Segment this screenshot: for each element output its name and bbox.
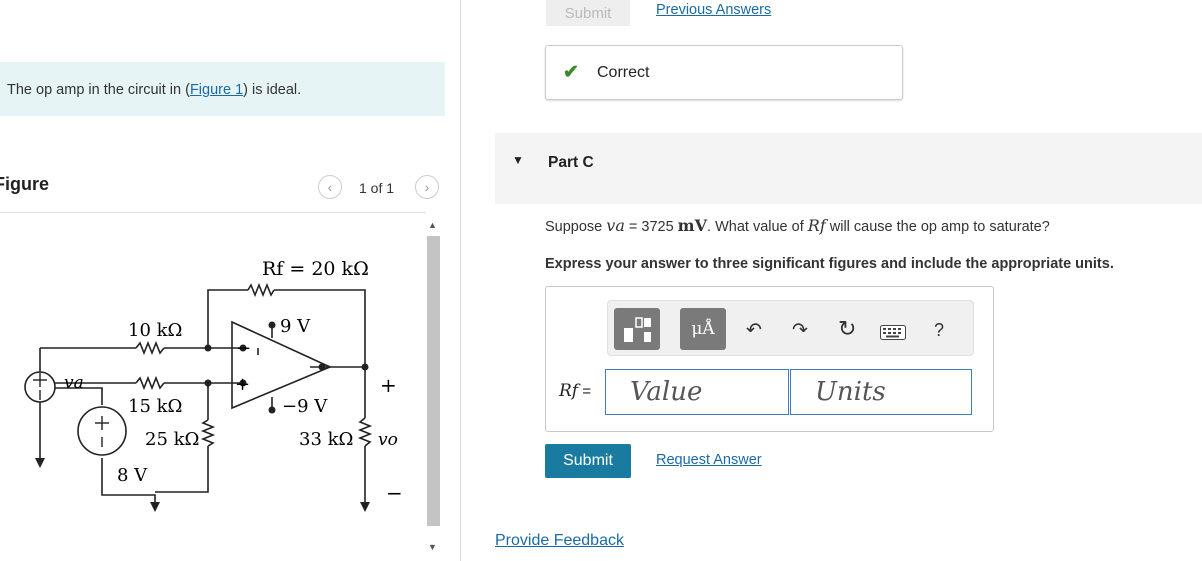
- keyboard-icon[interactable]: [880, 325, 906, 345]
- answer-var: Rf: [559, 381, 579, 401]
- figure-link[interactable]: Figure 1: [190, 82, 243, 98]
- provide-feedback-link[interactable]: Provide Feedback: [495, 532, 624, 550]
- question-mid: . What value of: [707, 219, 808, 235]
- units-input[interactable]: [790, 369, 972, 415]
- r3-label: 25 kΩ: [145, 429, 199, 450]
- rf-label: Rf = 20 kΩ: [262, 258, 369, 280]
- circuit-diagram: Rf = 20 kΩ 10 kΩ 15 kΩ 25 kΩ 33 kΩ 9 V −…: [24, 258, 403, 512]
- answer-label: Rf =: [559, 381, 591, 401]
- intro-suffix: ) is ideal.: [243, 82, 302, 98]
- question-suffix: will cause the op amp to saturate?: [825, 219, 1050, 235]
- va-label: va: [64, 373, 84, 393]
- inverting-input-sign: −: [236, 338, 251, 359]
- question-text: Suppose va = 3725 mV. What value of Rf w…: [545, 216, 1050, 235]
- part-c-label: Part C: [548, 154, 594, 171]
- rl-label: 33 kΩ: [299, 429, 353, 450]
- instruction-text: Express your answer to three significant…: [545, 256, 1114, 272]
- question-unit: mV: [677, 216, 708, 235]
- templates-icon[interactable]: [614, 308, 660, 350]
- vpos-label: 9 V: [280, 316, 311, 337]
- math-toolbar: [607, 300, 974, 356]
- question-rf: Rf: [807, 216, 826, 235]
- scroll-up-icon[interactable]: ▲: [428, 220, 437, 230]
- intro-text: The op amp in the circuit in (Figure 1) …: [7, 82, 301, 98]
- pane-divider: [460, 0, 461, 561]
- chevron-right-icon[interactable]: ›: [415, 175, 439, 199]
- undo-icon[interactable]: ↶: [746, 319, 762, 342]
- vo-label: vo: [378, 430, 398, 450]
- correct-status: Correct: [597, 64, 650, 81]
- vsrc-label: 8 V: [117, 465, 148, 486]
- units-button[interactable]: μÅ: [680, 308, 726, 350]
- part-c-header[interactable]: [495, 133, 1202, 204]
- check-icon: ✔: [563, 62, 579, 83]
- request-answer-link[interactable]: Request Answer: [656, 452, 762, 468]
- r2-label: 15 kΩ: [128, 396, 182, 417]
- caret-down-icon[interactable]: ▼: [512, 153, 524, 167]
- answer-eq: =: [578, 383, 592, 400]
- intro-prefix: The op amp in the circuit in (: [7, 82, 190, 98]
- noninverting-input-sign: +: [235, 374, 250, 395]
- question-value: = 3725: [624, 219, 678, 235]
- help-button[interactable]: ?: [934, 320, 944, 341]
- previous-answers-link[interactable]: Previous Answers: [656, 2, 771, 18]
- chevron-left-icon[interactable]: ‹: [318, 175, 342, 199]
- value-input[interactable]: [605, 369, 789, 415]
- divider: [0, 212, 426, 213]
- redo-icon[interactable]: ↷: [792, 319, 808, 342]
- output-plus: +: [380, 373, 397, 397]
- figure-pager-count: 1 of 1: [359, 180, 395, 196]
- vneg-label: −9 V: [282, 396, 328, 417]
- previous-submit-button[interactable]: Submit: [546, 0, 630, 26]
- scroll-down-icon[interactable]: ▼: [428, 542, 437, 552]
- output-minus: −: [386, 481, 403, 505]
- submit-button[interactable]: Submit: [545, 444, 631, 478]
- question-prefix: Suppose: [545, 219, 607, 235]
- reset-icon[interactable]: ↻: [838, 316, 856, 342]
- figure-scrollbar-thumb[interactable]: [427, 236, 440, 526]
- r1-label: 10 kΩ: [128, 320, 182, 341]
- figure-title: Figure: [0, 174, 50, 194]
- question-var: va: [606, 216, 625, 235]
